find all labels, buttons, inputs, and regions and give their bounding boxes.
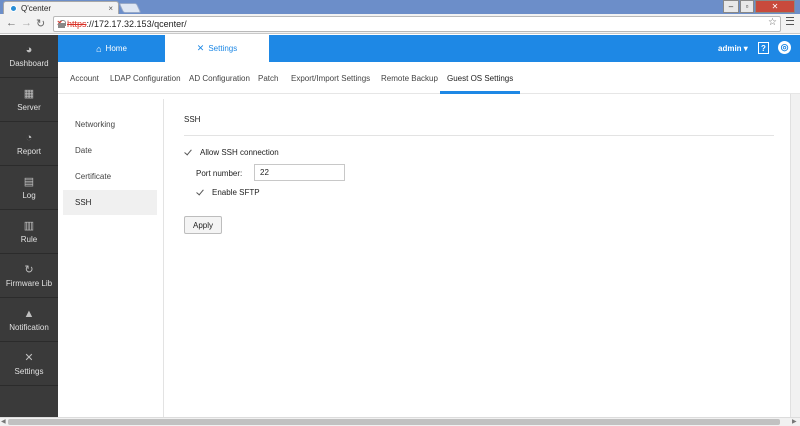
tools-icon: ✕ [24, 352, 34, 364]
sidebar-item-firmware-lib[interactable]: ↻ Firmware Lib [0, 255, 58, 298]
sidebar-item-label: Rule [20, 235, 38, 244]
allow-ssh-checkbox[interactable] [184, 149, 192, 157]
scroll-right-icon[interactable]: ▶ [792, 418, 797, 425]
browser-toolbar: ← → ↻ × https ://172.17.32.153/qcenter/ [0, 14, 800, 34]
scrollbar-thumb[interactable] [8, 419, 780, 425]
nav-item-networking[interactable]: Networking [63, 112, 157, 137]
home-icon: ⌂ [96, 43, 102, 54]
sidebar-item-label: Dashboard [9, 59, 49, 68]
nav-item-ssh[interactable]: SSH [63, 190, 157, 215]
reload-icon[interactable]: ↻ [36, 17, 45, 30]
horizontal-scrollbar[interactable]: ◀ ▶ [0, 417, 800, 426]
language-globe-icon[interactable]: ◎ [778, 41, 791, 54]
forward-arrow-icon[interactable]: → [21, 17, 32, 29]
app-sidebar: ◕ Dashboard ▦ Server ◔ Report ▤ Log ▥ Ru… [0, 35, 58, 417]
sidebar-item-notification[interactable]: ▲ Notification [0, 299, 58, 342]
speedometer-icon: ◕ [25, 44, 33, 56]
sidebar-item-label: Firmware Lib [5, 279, 53, 288]
tab-close-icon[interactable]: × [108, 4, 113, 13]
browser-menu-icon[interactable] [786, 16, 794, 26]
qcenter-favicon-icon [10, 4, 17, 12]
window-close-button[interactable]: ✕ [755, 0, 795, 13]
allow-ssh-label: Allow SSH connection [200, 148, 279, 157]
vertical-scrollbar[interactable] [790, 94, 800, 417]
new-tab-button[interactable] [118, 3, 142, 13]
url-scheme: https [67, 19, 87, 29]
url-path: ://172.17.32.153/qcenter/ [86, 19, 187, 29]
subtab-ldap-configuration[interactable]: LDAP Configuration [110, 74, 181, 83]
sidebar-item-rule[interactable]: ▥ Rule [0, 211, 58, 254]
port-number-label: Port number: [196, 169, 243, 178]
browser-tab[interactable]: Q'center × [3, 1, 119, 14]
guest-os-nav: Networking Date Certificate SSH [63, 99, 164, 417]
tab-title: Q'center [21, 3, 51, 13]
enable-sftp-label: Enable SFTP [212, 188, 260, 197]
section-divider [184, 135, 774, 136]
scroll-left-icon[interactable]: ◀ [1, 418, 6, 425]
insecure-lock-icon: × [57, 19, 66, 28]
nav-item-certificate[interactable]: Certificate [63, 164, 157, 189]
server-icon: ▦ [23, 88, 35, 100]
window-minimize-button[interactable]: – [723, 0, 739, 13]
settings-content: Networking Date Certificate SSH SSH Allo… [58, 94, 790, 417]
user-menu[interactable]: admin ▾ [718, 44, 748, 53]
app-header: ⌂ Home ✕ Settings admin ▾ ? ◎ [58, 35, 800, 62]
subtab-remote-backup[interactable]: Remote Backup [381, 74, 438, 83]
refresh-icon: ↻ [24, 264, 34, 276]
subtab-account[interactable]: Account [70, 74, 99, 83]
ssh-panel: SSH Allow SSH connection Port number: En… [164, 94, 776, 417]
book-icon: ▥ [23, 220, 35, 232]
sidebar-item-log[interactable]: ▤ Log [0, 167, 58, 210]
sidebar-item-settings[interactable]: ✕ Settings [0, 343, 58, 386]
window-maximize-button[interactable]: ▫ [740, 0, 754, 13]
sidebar-item-label: Server [17, 103, 41, 112]
bell-icon: ▲ [23, 308, 35, 320]
subtab-patch[interactable]: Patch [258, 74, 278, 83]
document-icon: ▤ [23, 176, 35, 188]
browser-titlebar: Q'center × – ▫ ✕ [0, 0, 800, 14]
enable-sftp-row: Enable SFTP [196, 188, 260, 197]
apply-button[interactable]: Apply [184, 216, 222, 234]
port-number-input[interactable] [254, 164, 345, 181]
pie-chart-icon: ◔ [25, 132, 33, 144]
tab-settings-label: Settings [208, 44, 238, 53]
settings-tabs: Account LDAP Configuration AD Configurat… [58, 62, 800, 94]
help-icon[interactable]: ? [758, 42, 769, 54]
tab-home[interactable]: ⌂ Home [58, 35, 165, 62]
section-title: SSH [184, 115, 201, 124]
sidebar-item-label: Log [22, 191, 36, 200]
subtab-export-import-settings[interactable]: Export/Import Settings [291, 74, 370, 83]
allow-ssh-row: Allow SSH connection [184, 148, 279, 157]
subtab-guest-os-settings[interactable]: Guest OS Settings [447, 74, 513, 83]
sidebar-item-label: Settings [14, 367, 44, 376]
sidebar-item-report[interactable]: ◔ Report [0, 123, 58, 166]
back-arrow-icon[interactable]: ← [6, 17, 17, 29]
sidebar-item-dashboard[interactable]: ◕ Dashboard [0, 35, 58, 78]
bookmark-star-icon[interactable]: ☆ [768, 17, 777, 28]
sidebar-item-label: Report [16, 147, 41, 156]
subtab-ad-configuration[interactable]: AD Configuration [189, 74, 250, 83]
nav-item-date[interactable]: Date [63, 138, 157, 163]
sidebar-item-server[interactable]: ▦ Server [0, 79, 58, 122]
tab-home-label: Home [105, 44, 127, 53]
sidebar-item-label: Notification [9, 323, 49, 332]
tab-settings[interactable]: ✕ Settings [165, 35, 269, 62]
enable-sftp-checkbox[interactable] [196, 189, 204, 197]
tools-icon: ✕ [196, 43, 205, 53]
address-bar[interactable]: × https ://172.17.32.153/qcenter/ [53, 16, 781, 32]
